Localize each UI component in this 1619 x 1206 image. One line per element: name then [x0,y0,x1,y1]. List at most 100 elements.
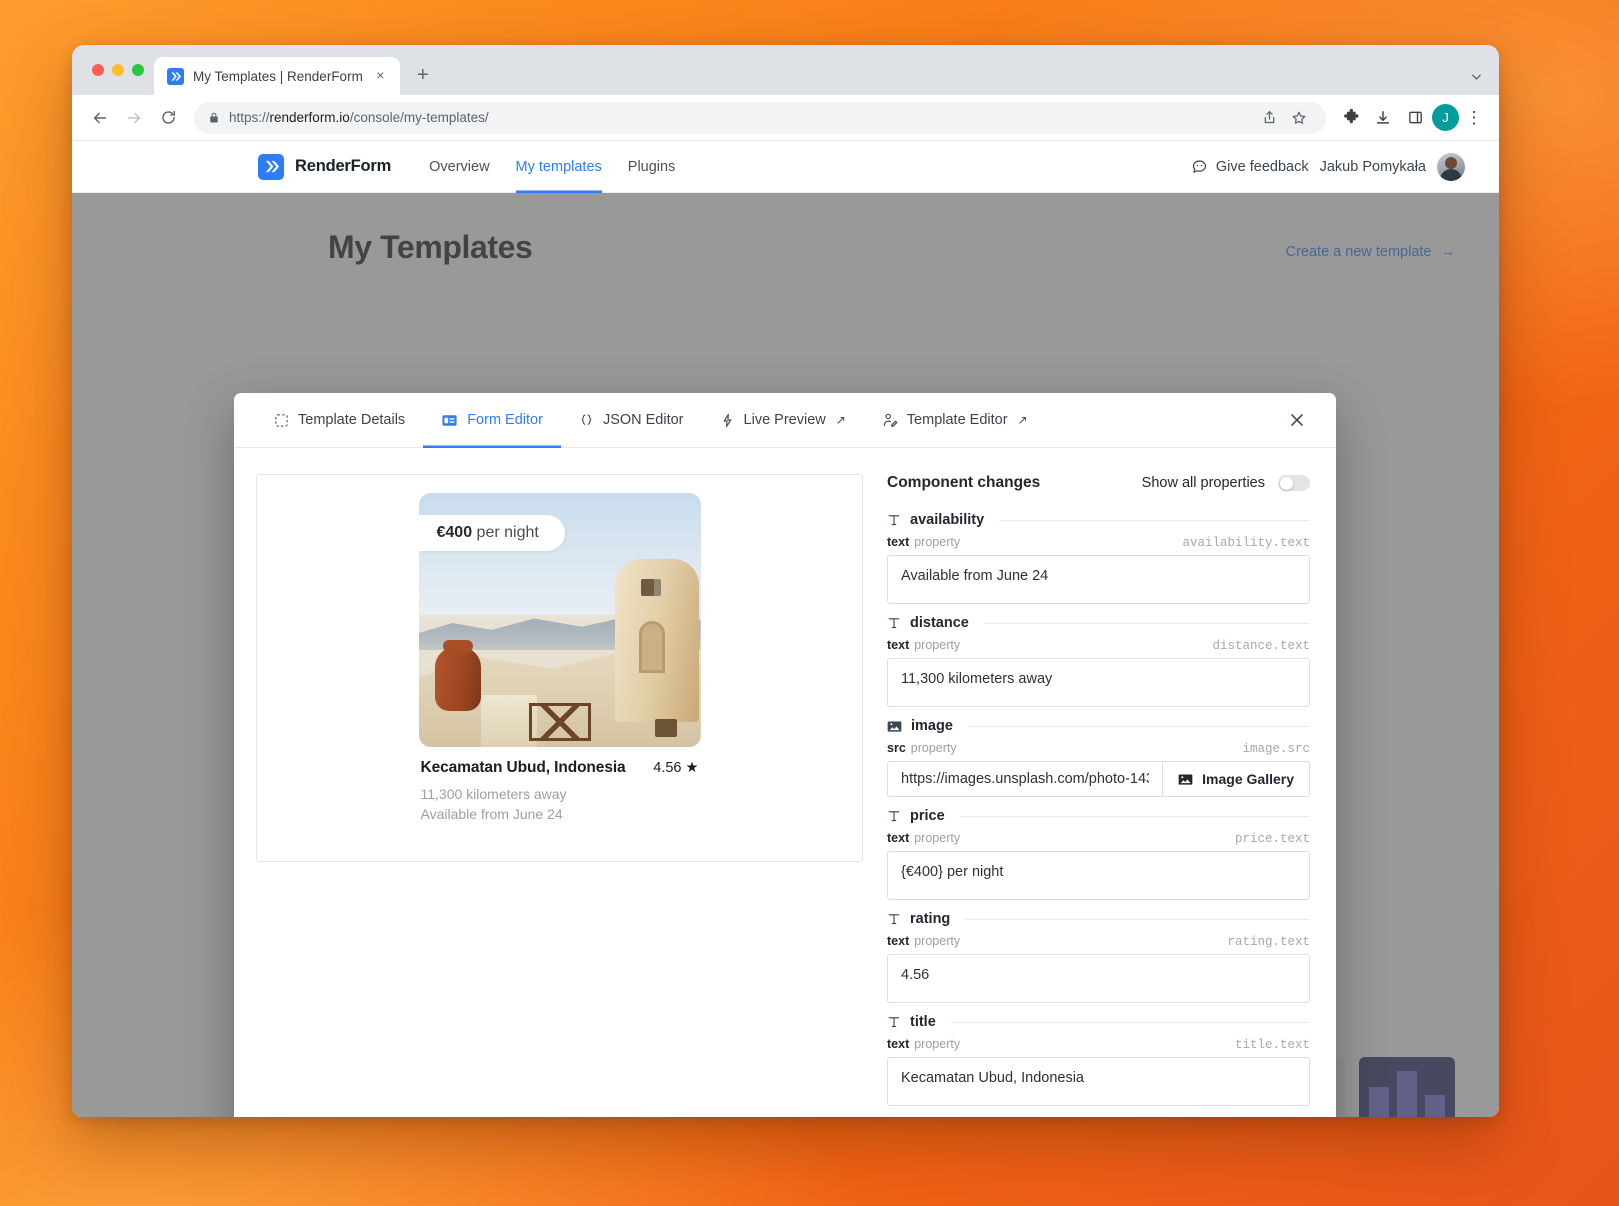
field-price: price text property price.text [887,808,1310,900]
field-property-row: text property title.text [887,1037,1310,1052]
field-title: title text property title.text [887,1014,1310,1106]
maximize-window-button[interactable] [132,64,144,76]
profile-avatar[interactable]: J [1432,104,1459,131]
text-type-icon [887,616,901,630]
distance-text-input[interactable] [887,658,1310,707]
download-icon[interactable] [1368,103,1398,133]
puzzle-icon[interactable] [1336,103,1366,133]
property-path: distance.text [1212,639,1310,653]
lock-icon [208,112,220,124]
tab-label: JSON Editor [602,412,684,428]
browser-tab[interactable]: My Templates | RenderForm × [154,57,400,95]
property-key: text [887,1037,910,1051]
close-tab-button[interactable]: × [372,67,389,85]
listing-title: Kecamatan Ubud, Indonesia [420,759,626,776]
browser-tab-strip: My Templates | RenderForm × + [72,45,1499,95]
field-property-row: text property price.text [887,831,1310,846]
close-modal-button[interactable] [1280,403,1314,437]
give-feedback-label: Give feedback [1215,158,1309,175]
image-gallery-button[interactable]: Image Gallery [1162,761,1310,797]
forward-button[interactable] [118,102,150,134]
curly-braces-icon [579,413,594,428]
field-name: distance [910,615,969,631]
listing-rating: 4.56 ★ [653,760,698,776]
listing-photo: €400 per night [418,493,701,747]
tab-json-editor[interactable]: JSON Editor [561,393,702,448]
text-type-icon [887,1015,901,1029]
template-editor-modal: Template Details Form Editor JSON Editor [234,393,1336,1117]
brand[interactable]: RenderForm [258,153,391,180]
tab-label: Template Details [298,412,406,428]
address-bar-url: https://renderform.io/console/my-templat… [229,110,489,125]
field-header: availability [887,512,1310,528]
field-divider [965,918,1310,920]
photo-door [638,621,665,674]
lightning-icon [720,413,735,428]
field-header: image [887,718,1310,734]
image-src-input[interactable] [887,761,1163,797]
new-tab-button[interactable]: + [408,61,438,91]
side-panel-icon[interactable] [1400,103,1430,133]
field-distance: distance text property distance.text [887,615,1310,707]
back-button[interactable] [84,102,116,134]
field-name: availability [910,512,985,528]
avatar[interactable] [1437,152,1465,181]
nav-item-my-templates[interactable]: My templates [516,141,602,193]
nav-item-overview[interactable]: Overview [429,141,489,193]
property-key: text [887,535,910,549]
photo-tower [614,559,699,722]
price-unit: per night [472,524,539,541]
address-bar-actions [1256,105,1312,131]
browser-menu-button[interactable]: ⋮ [1461,109,1487,126]
tab-live-preview[interactable]: Live Preview ↗ [702,393,864,448]
listing-availability: Available from June 24 [420,806,563,822]
listing-distance: 11,300 kilometers away [420,786,567,802]
field-divider [983,622,1310,624]
field-header: distance [887,615,1310,631]
field-name: price [910,808,945,824]
header-right: Give feedback Jakub Pomykała [1191,152,1465,181]
minimize-window-button[interactable] [112,64,124,76]
field-name: image [911,718,953,734]
show-all-properties-toggle[interactable] [1278,475,1310,491]
property-path: title.text [1234,1038,1310,1052]
renderform-brand-icon [258,153,284,180]
property-key: text [887,934,910,948]
browser-window: My Templates | RenderForm × + https://re… [72,45,1499,1117]
availability-text-input[interactable] [887,555,1310,604]
property-word: property [914,638,961,652]
close-window-button[interactable] [92,64,104,76]
field-availability: availability text property availability.… [887,512,1310,604]
tab-form-editor[interactable]: Form Editor [423,393,561,448]
tab-template-editor[interactable]: Template Editor ↗ [864,393,1046,448]
modal-tab-bar: Template Details Form Editor JSON Editor [234,393,1336,448]
nav-item-plugins[interactable]: Plugins [628,141,676,193]
rating-text-input[interactable] [887,954,1310,1003]
tab-template-details[interactable]: Template Details [256,393,423,448]
star-icon[interactable] [1286,105,1312,131]
image-src-row: Image Gallery [887,761,1310,797]
template-preview-pane: €400 per night Kecamatan Ubud, Indonesia… [256,474,863,862]
page-content: My Templates Create a new template → My … [72,193,1499,1117]
title-text-input[interactable] [887,1057,1310,1106]
field-rating: rating text property rating.text [887,911,1310,1003]
address-bar[interactable]: https://renderform.io/console/my-templat… [194,101,1326,134]
tab-label: Live Preview [743,412,826,428]
field-header: rating [887,911,1310,927]
price-text-input[interactable] [887,851,1310,900]
window-traffic-lights [88,45,154,95]
listing-title-row: Kecamatan Ubud, Indonesia 4.56 ★ [421,759,699,777]
field-divider [967,725,1310,727]
field-header: price [887,808,1310,824]
field-property-row: src property image.src [887,741,1310,756]
chevron-down-icon[interactable] [1470,70,1483,83]
image-icon [887,719,902,734]
dashed-square-icon [274,413,289,428]
give-feedback-button[interactable]: Give feedback [1191,158,1309,175]
share-icon[interactable] [1256,105,1282,131]
listing-rating-value: 4.56 [653,760,682,776]
reload-button[interactable] [152,102,184,134]
field-property-row: text property distance.text [887,638,1310,653]
property-path: price.text [1234,832,1310,846]
text-type-icon [887,809,901,823]
